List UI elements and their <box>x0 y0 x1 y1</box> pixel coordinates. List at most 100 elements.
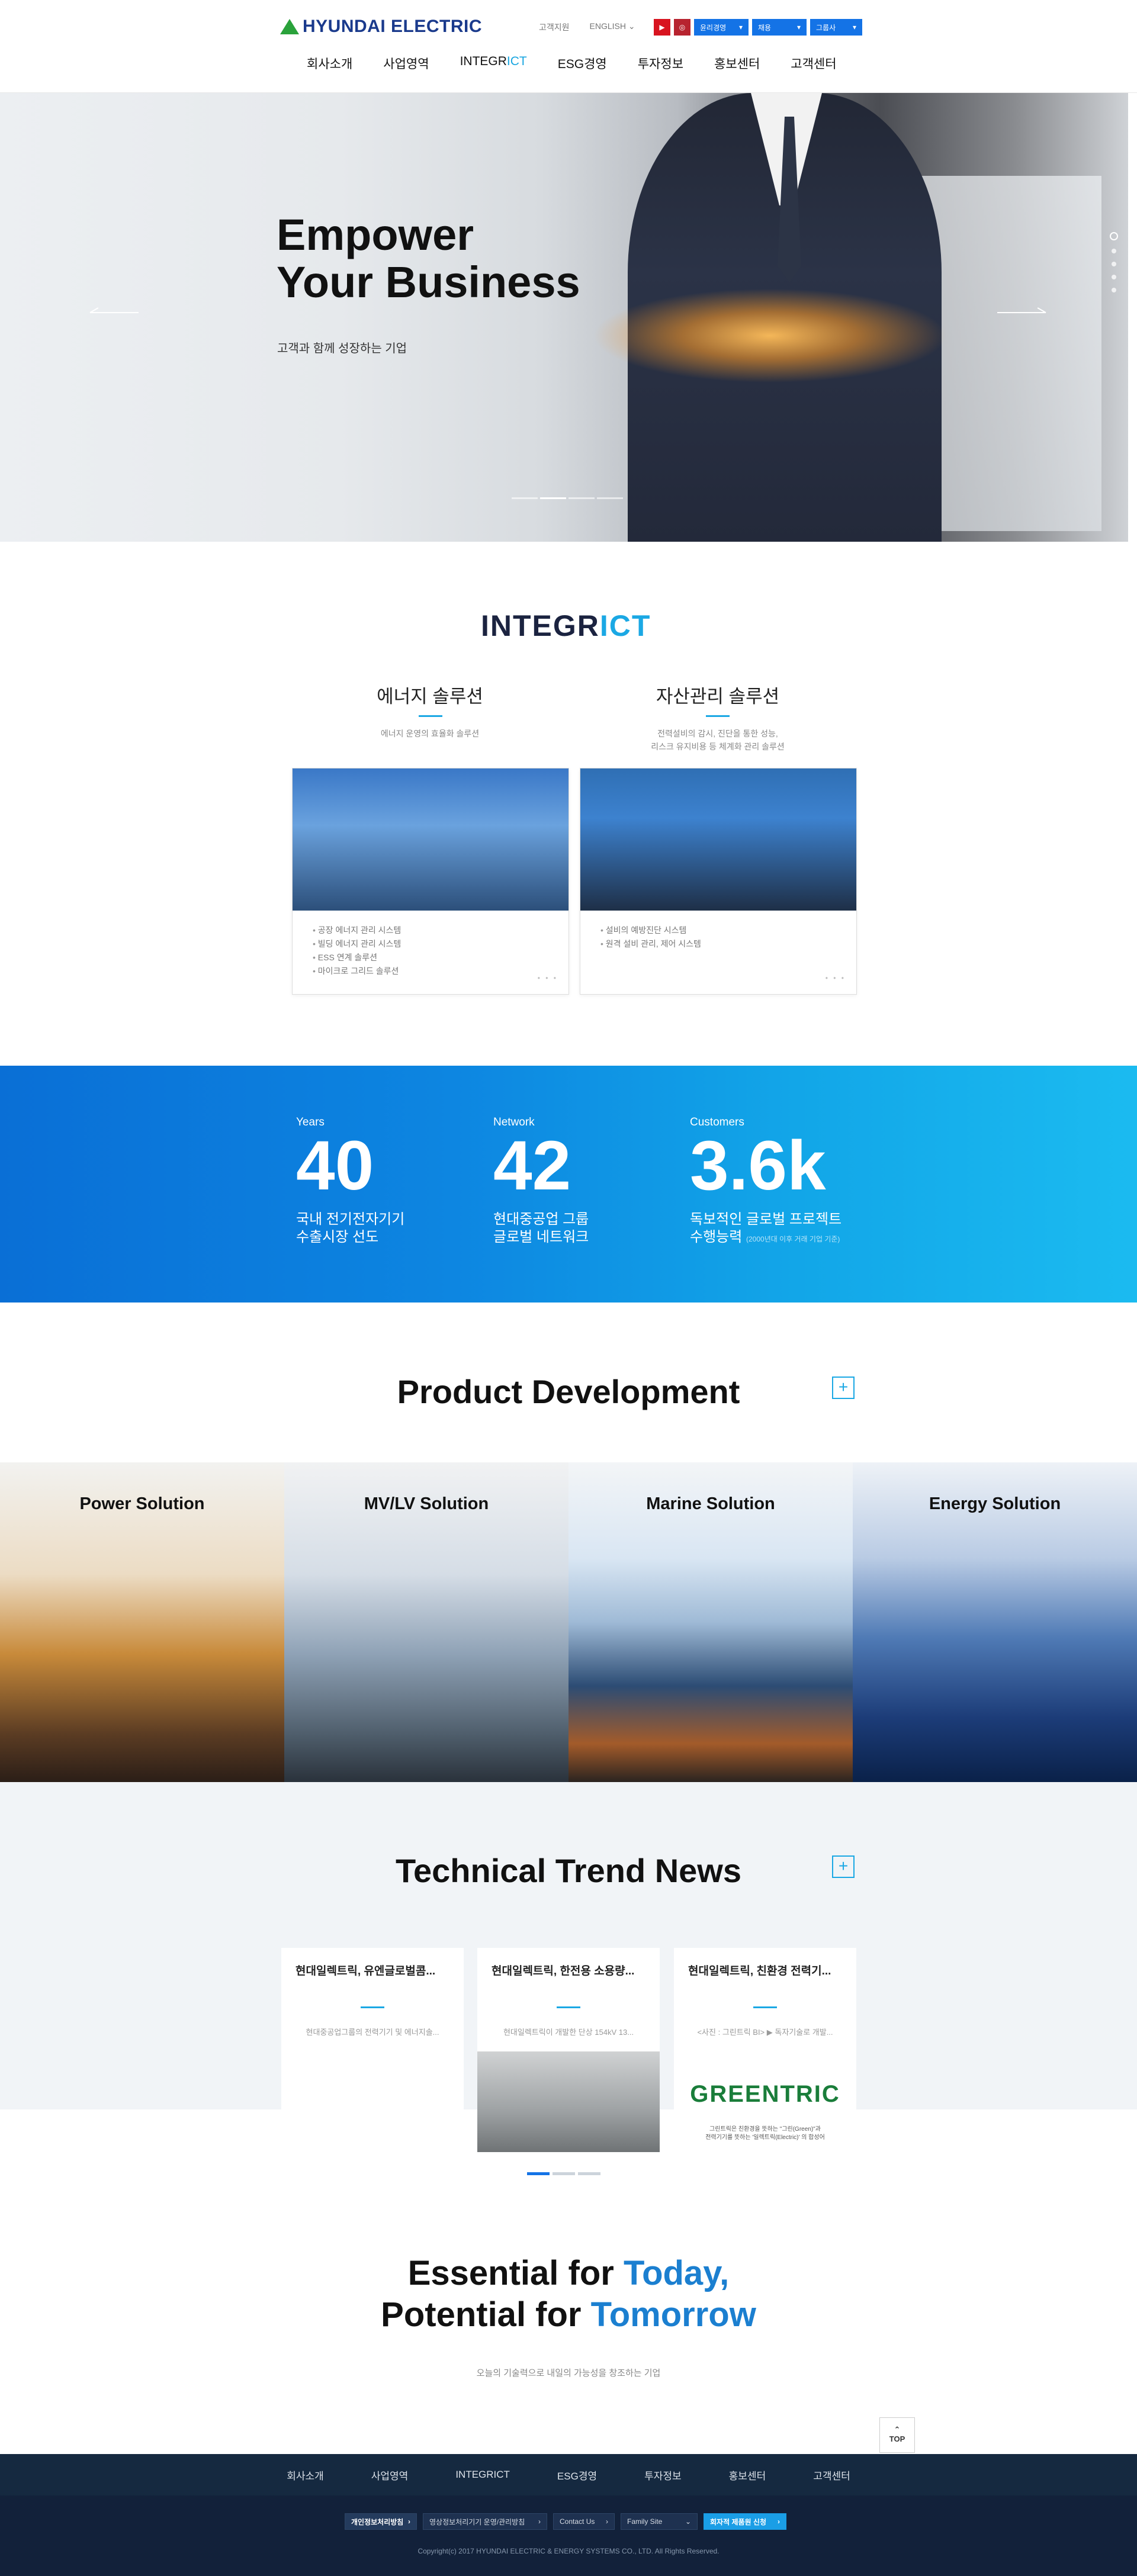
energy-solution-card[interactable]: 공장 에너지 관리 시스템 빌딩 에너지 관리 시스템 ESS 연계 솔루션 마… <box>292 768 569 995</box>
group-dropdown[interactable]: 그룹사 ▾ <box>810 19 862 36</box>
news-underline <box>557 2006 580 2008</box>
news-underline <box>753 2006 777 2008</box>
youtube-icon[interactable]: ▶ <box>654 19 670 36</box>
hero-bar[interactable] <box>597 497 623 499</box>
footer-nav-integrict[interactable]: INTEGRICT <box>432 2469 534 2481</box>
news-card[interactable]: 현대일렉트릭, 한전용 소용량... 현대일렉트릭이 개발한 단상 154kV … <box>477 1948 660 2157</box>
hero-bar[interactable] <box>512 497 538 499</box>
plus-icon[interactable]: + <box>832 1377 855 1399</box>
nav-customer[interactable]: 고객센터 <box>775 54 852 72</box>
stat-desc-text: 수행능력 <box>690 1229 743 1245</box>
nav-business[interactable]: 사업영역 <box>368 54 444 72</box>
greentric-caption: 그린트릭은 친환경을 뜻하는 "그린(Green)"과 전력기기를 뜻하는 '일… <box>674 2125 856 2142</box>
product-power[interactable]: Power Solution <box>0 1462 284 1782</box>
recruit-label: 채용 <box>758 23 772 32</box>
cctv-policy-button[interactable]: 영상정보처리기기 운영/관리방침 › <box>423 2513 547 2530</box>
hero-dot[interactable] <box>1112 288 1116 292</box>
list-item: 빌딩 에너지 관리 시스템 <box>313 937 568 951</box>
asset-desc-line2: 리스크 유지비용 등 체계화 관리 솔루션 <box>651 742 785 751</box>
stat-desc-line2: 수출시장 선도 <box>296 1229 379 1245</box>
main-nav: 회사소개 사업영역 INTEGRICT ESG경영 투자정보 홍보센터 고객센터 <box>291 54 852 72</box>
support-link[interactable]: 고객지원 <box>539 21 570 33</box>
hero-bar[interactable] <box>540 497 566 499</box>
footer-nav-pr[interactable]: 홍보센터 <box>705 2468 790 2482</box>
asset-solution-card[interactable]: 설비의 예방진단 시스템 원격 설비 관리, 제어 시스템 • • • <box>580 768 857 995</box>
news-card[interactable]: 현대일렉트릭, 유엔글로벌콤... 현대중공업그룹의 전력기기 및 에너지솔..… <box>281 1948 464 2109</box>
hero-dot[interactable] <box>1110 232 1118 240</box>
prev-arrow-icon[interactable] <box>90 312 139 313</box>
stat-value: 3.6k <box>690 1127 826 1205</box>
group-label: 그룹사 <box>816 23 836 32</box>
nav-integrict[interactable]: INTEGRICT <box>445 54 542 72</box>
language-select[interactable]: ENGLISH ⌄ <box>590 21 635 33</box>
news-card[interactable]: 현대일렉트릭, 친환경 전력기... <사진 : 그린트릭 BI> ▶ 독자기술… <box>674 1948 856 2157</box>
product-energy[interactable]: Energy Solution <box>853 1462 1137 1782</box>
hero-dot[interactable] <box>1112 275 1116 279</box>
hero-title: Empower Your Business <box>277 211 580 306</box>
stat-customers: Customers 3.6k 독보적인 글로벌 프로젝트 수행능력 (2000년… <box>690 1116 841 1248</box>
plus-icon[interactable]: + <box>832 1855 855 1878</box>
hero-glow-image <box>592 288 948 383</box>
hero-dot[interactable] <box>1112 249 1116 253</box>
essential-line1-accent: Today, <box>623 2254 730 2292</box>
apply-button[interactable]: 회자적 제품원 신청 › <box>704 2513 786 2530</box>
top-label: TOP <box>889 2435 905 2443</box>
language-label: ENGLISH <box>589 21 626 31</box>
utility-links: 고객지원 ENGLISH ⌄ <box>539 21 635 33</box>
nav-company[interactable]: 회사소개 <box>291 54 368 72</box>
greentric-caption-line1: 그린트릭은 친환경을 뜻하는 "그린(Green)"과 <box>709 2126 821 2133</box>
news-page-bar[interactable] <box>527 2172 550 2175</box>
page: HYUNDAI ELECTRIC 고객지원 ENGLISH ⌄ ▶ ◎ 윤리경영… <box>0 0 1137 2576</box>
footer-nav: 회사소개 사업영역 INTEGRICT ESG경영 투자정보 홍보센터 고객센터 <box>0 2454 1137 2495</box>
list-item: 원격 설비 관리, 제어 시스템 <box>600 937 856 951</box>
news-page-bar[interactable] <box>578 2172 600 2175</box>
product-mvlv[interactable]: MV/LV Solution <box>284 1462 568 1782</box>
instagram-icon[interactable]: ◎ <box>674 19 690 36</box>
product-marine[interactable]: Marine Solution <box>568 1462 853 1782</box>
hero-bar[interactable] <box>568 497 595 499</box>
top-button[interactable]: ⌃ TOP <box>879 2417 915 2453</box>
energy-solution-title: 에너지 솔루션 <box>377 686 483 707</box>
contact-us-button[interactable]: Contact Us › <box>553 2513 615 2530</box>
integrict-logo: INTEGRICT <box>481 609 651 643</box>
nav-pr[interactable]: 홍보센터 <box>699 54 775 72</box>
greentric-logo: GREENTRIC <box>690 2081 840 2107</box>
stat-desc-line1: 국내 전기전자기기 <box>296 1211 405 1227</box>
more-dots-icon[interactable]: • • • <box>538 974 558 982</box>
asset-solution-list: 설비의 예방진단 시스템 원격 설비 관리, 제어 시스템 <box>580 911 856 951</box>
nav-esg[interactable]: ESG경영 <box>542 54 622 72</box>
sns-links: ▶ ◎ 윤리경영 ▾ 채용 ▾ 그룹사 ▾ <box>654 19 862 36</box>
transformer-image <box>477 2051 660 2152</box>
recruit-dropdown[interactable]: 채용 ▾ <box>752 19 807 36</box>
integrict-logo-accent: ICT <box>599 609 651 642</box>
hero-dot[interactable] <box>1112 262 1116 266</box>
asset-solution-title: 자산관리 솔루션 <box>656 686 780 707</box>
stat-desc: 국내 전기전자기기 수출시장 선도 <box>296 1211 404 1246</box>
privacy-policy-button[interactable]: 개인정보처리방침 › <box>345 2513 417 2530</box>
essential-line2-text: Potential for <box>381 2295 591 2334</box>
news-desc: <사진 : 그린트릭 BI> ▶ 독자기술로 개발... <box>697 2028 833 2037</box>
family-site-select[interactable]: Family Site ⌄ <box>621 2513 698 2530</box>
hero-progress <box>512 497 623 499</box>
greentric-image: GREENTRIC 그린트릭은 친환경을 뜻하는 "그린(Green)"과 전력… <box>674 2051 856 2152</box>
footer-nav-business[interactable]: 사업영역 <box>348 2468 432 2482</box>
chevron-right-icon: › <box>538 2517 541 2526</box>
product-section-title: Product Development <box>397 1373 740 1410</box>
more-dots-icon[interactable]: • • • <box>826 974 846 982</box>
news-underline <box>361 2006 384 2008</box>
product-title: Marine Solution <box>646 1494 775 1513</box>
stat-value: 42 <box>493 1127 571 1205</box>
product-title: MV/LV Solution <box>364 1494 489 1513</box>
news-title: 현대일렉트릭, 유엔글로벌콤... <box>296 1965 436 1977</box>
next-arrow-icon[interactable] <box>997 312 1046 313</box>
company-logo[interactable]: HYUNDAI ELECTRIC <box>280 17 482 37</box>
hero-subtitle: 고객과 함께 성장하는 기업 <box>277 342 407 355</box>
footer-nav-esg[interactable]: ESG경영 <box>534 2468 621 2482</box>
asset-solution-desc: 전력설비의 감시, 진단을 통한 성능, 리스크 유지비용 등 체계화 관리 솔… <box>599 727 836 753</box>
ethics-dropdown[interactable]: 윤리경영 ▾ <box>694 19 749 36</box>
footer-nav-company[interactable]: 회사소개 <box>263 2468 348 2482</box>
footer-nav-customer[interactable]: 고객센터 <box>789 2468 874 2482</box>
news-page-bar[interactable] <box>553 2172 575 2175</box>
nav-investor[interactable]: 투자정보 <box>622 54 699 72</box>
footer-nav-investor[interactable]: 투자정보 <box>621 2468 705 2482</box>
